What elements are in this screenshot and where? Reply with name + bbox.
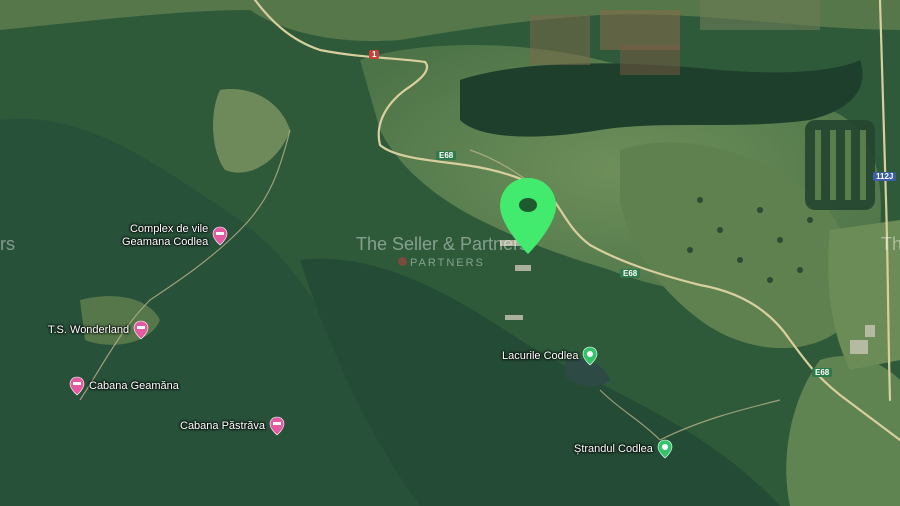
poi-label: Ștrandul Codlea bbox=[574, 442, 653, 455]
poi-label: Cabana Păstrăva bbox=[180, 419, 265, 432]
poi-label: T.S. Wonderland bbox=[48, 323, 130, 336]
poi-strandul-codlea[interactable]: Ștrandul Codlea bbox=[574, 439, 673, 459]
watermark-edge-left: rs bbox=[0, 234, 15, 254]
poi-ts-wonderland[interactable]: T.S. Wonderland bbox=[48, 320, 149, 340]
park-pin-icon bbox=[657, 439, 673, 459]
e68-shield: E68 bbox=[812, 368, 833, 377]
poi-label: Lacurile Codlea bbox=[502, 349, 579, 362]
watermark-subtext: PARTNERS bbox=[410, 257, 485, 269]
hotel-pin-icon bbox=[133, 320, 149, 340]
hotel-pin-icon bbox=[69, 376, 85, 396]
poi-label: Cabana Geamăna bbox=[89, 379, 179, 392]
hotel-pin-icon bbox=[269, 416, 285, 436]
poi-complex-de-vile-geamana-codlea[interactable]: Complex de vile Geamana Codlea bbox=[122, 223, 228, 249]
location-pin-icon[interactable] bbox=[497, 176, 559, 256]
poi-lacurile-codlea[interactable]: Lacurile Codlea bbox=[502, 346, 598, 366]
watermark-edge-right: Th bbox=[881, 234, 900, 254]
e68-shield: E68 bbox=[436, 151, 457, 160]
poi-label: Complex de vile Geamana Codlea bbox=[122, 223, 209, 248]
poi-cabana-pastrava[interactable]: Cabana Păstrăva bbox=[180, 416, 285, 436]
route-112j-shield: 112J bbox=[873, 172, 897, 181]
hotel-pin-icon bbox=[212, 226, 228, 246]
route-1-shield: 1 bbox=[369, 50, 380, 59]
satellite-map[interactable]: 1 E68 E68 E68 112J The Seller & Partners… bbox=[0, 0, 900, 506]
park-pin-icon bbox=[582, 346, 598, 366]
poi-cabana-geamana[interactable]: Cabana Geamăna bbox=[69, 376, 179, 396]
watermark-logo-icon bbox=[398, 257, 407, 266]
e68-shield: E68 bbox=[620, 269, 641, 278]
